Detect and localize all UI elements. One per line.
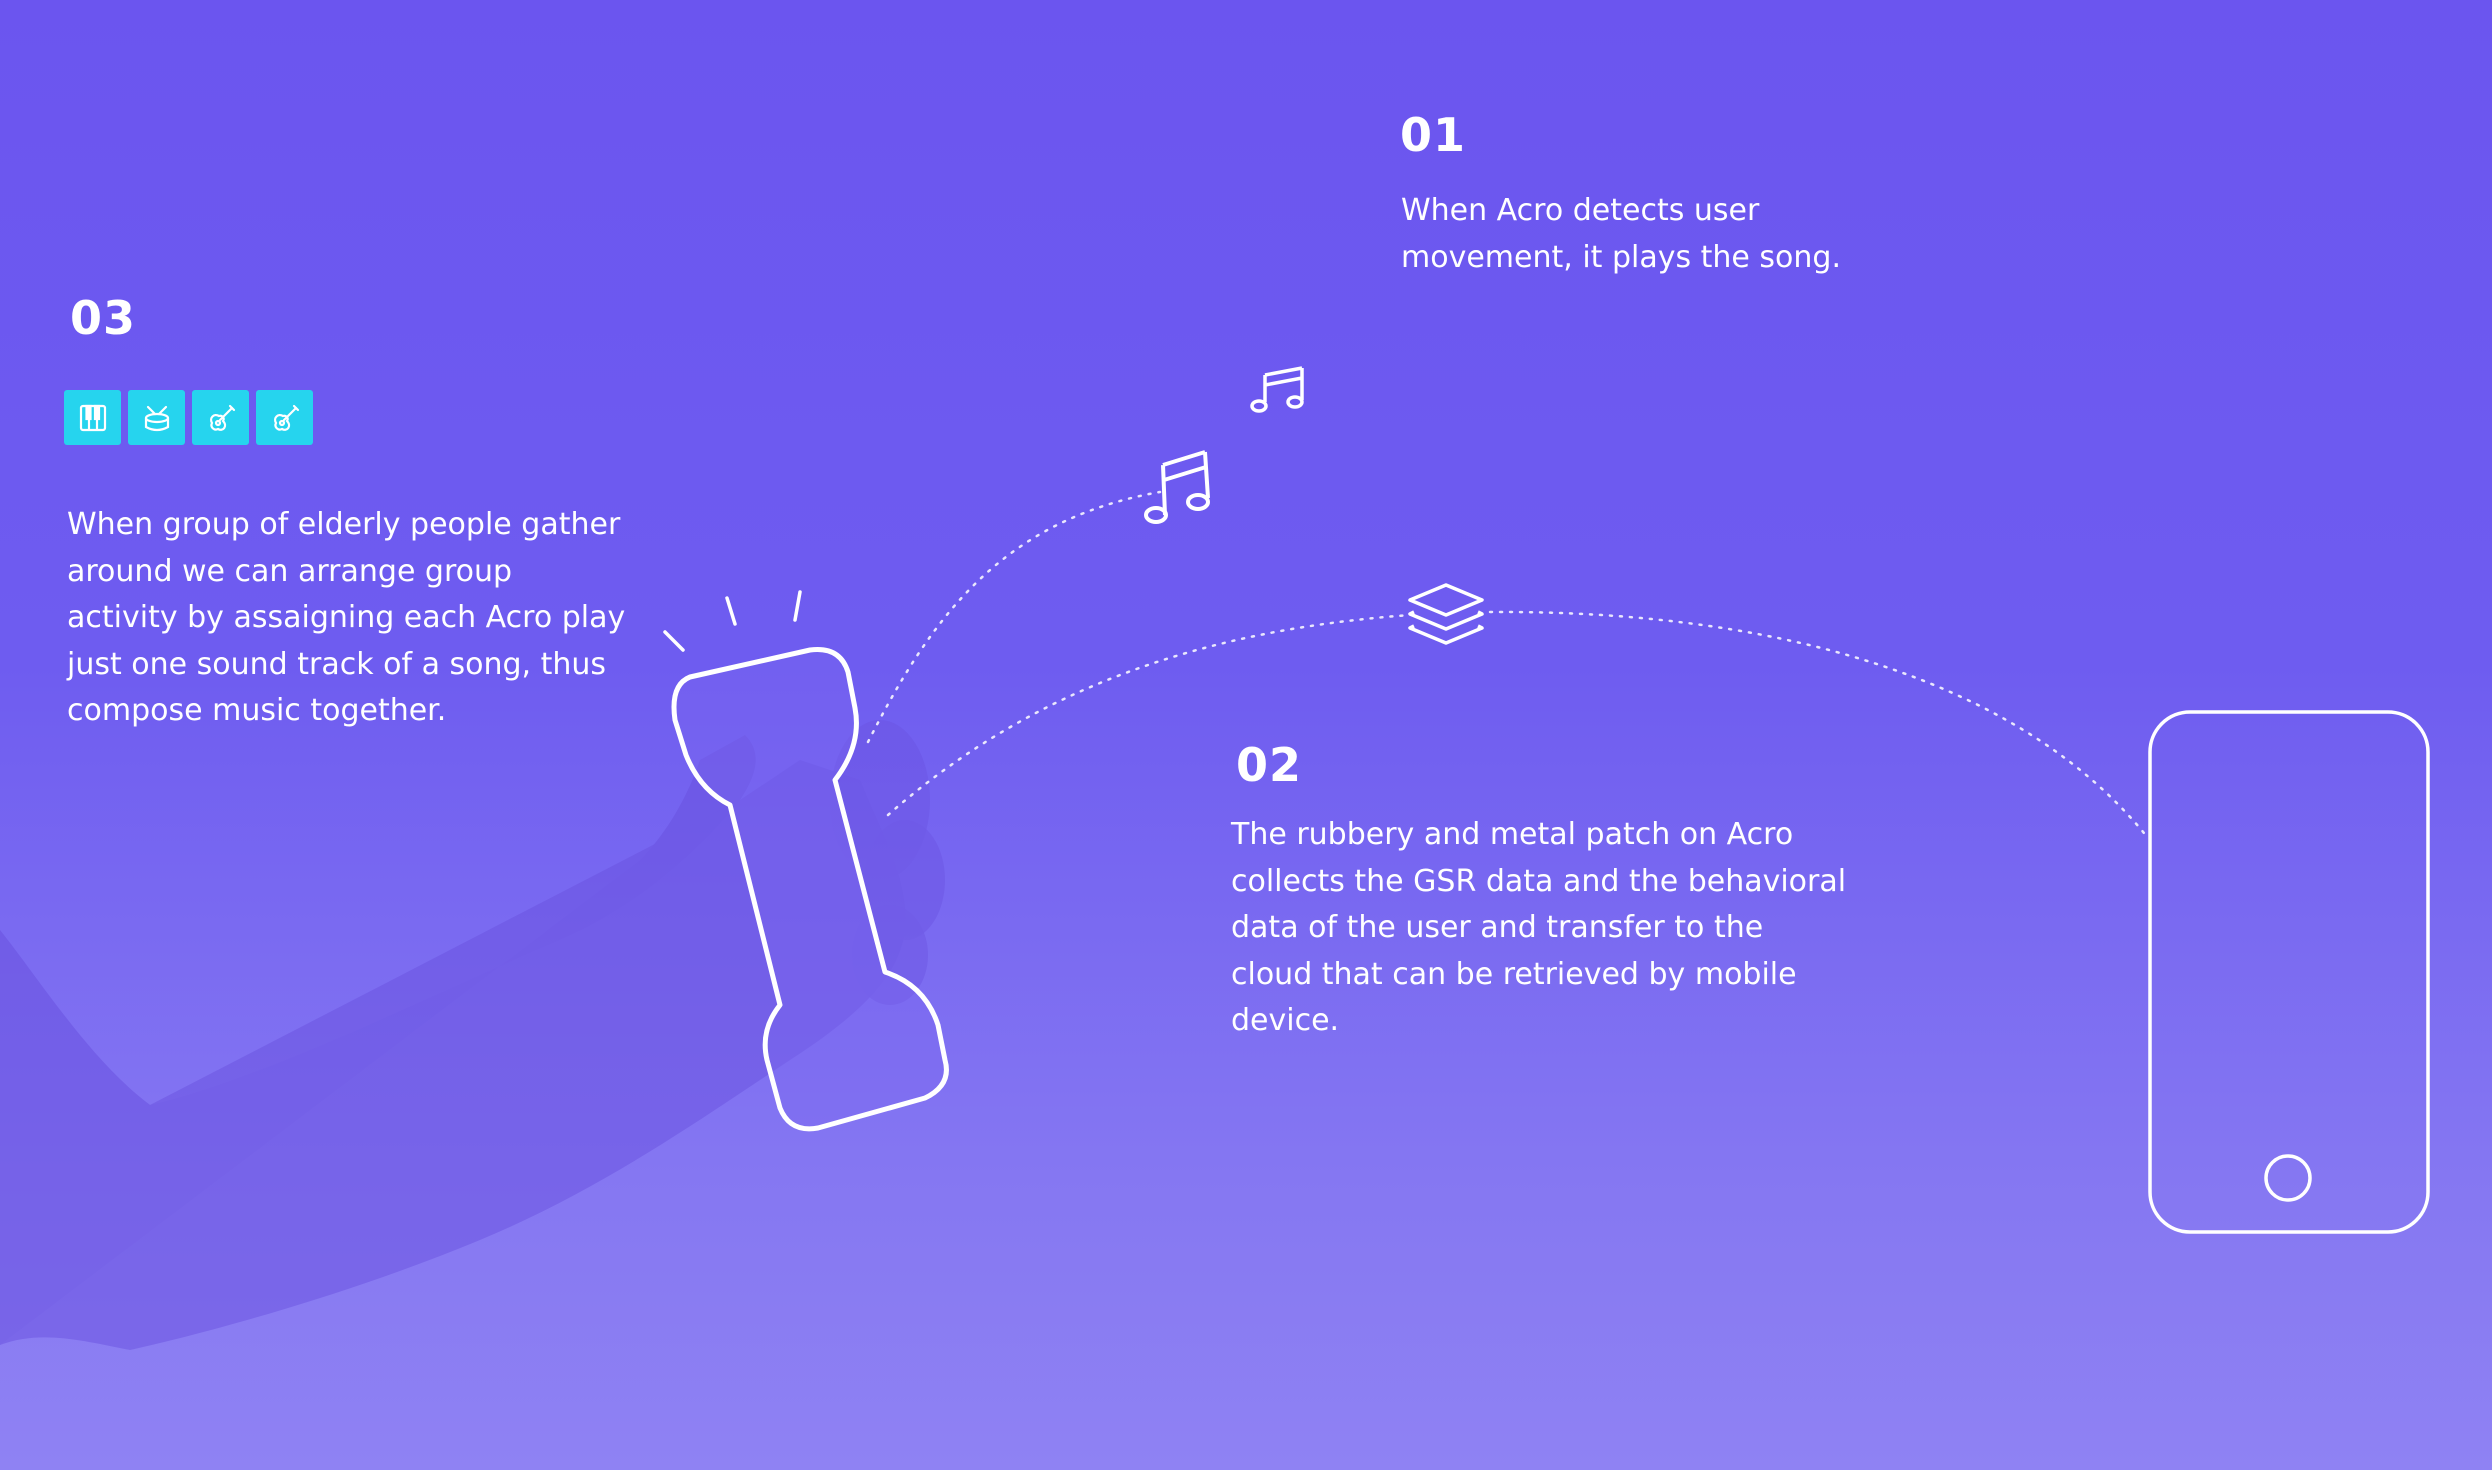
step-03-description: When group of elderly people gather arou… xyxy=(67,507,626,728)
step-02-number: 02 xyxy=(1236,738,1303,792)
layers-icon xyxy=(1408,583,1484,645)
signal-arc-to-music xyxy=(866,490,1162,744)
smartphone-icon xyxy=(2148,710,2430,1234)
music-note-icon xyxy=(1250,366,1304,413)
step-01-number: 01 xyxy=(1400,108,1467,162)
motion-lines-icon xyxy=(663,590,802,652)
step-02-description: The rubbery and metal patch on Acro coll… xyxy=(1231,817,1847,1038)
illustration xyxy=(0,366,2430,1350)
guitar-icon xyxy=(209,404,235,431)
instrument-tile-piano xyxy=(64,390,121,445)
music-note-icon xyxy=(1144,450,1210,524)
piano-icon xyxy=(79,404,106,431)
guitar-icon xyxy=(273,404,299,431)
instrument-tile-guitar xyxy=(192,390,249,445)
instrument-tile-drum xyxy=(128,390,185,445)
signal-arc-to-cloud xyxy=(886,613,1412,817)
drum-icon xyxy=(144,405,169,431)
step-01-description: When Acro detects user movement, it play… xyxy=(1401,193,1841,275)
signal-arc-to-phone xyxy=(1488,610,2150,840)
instrument-tile-guitar xyxy=(256,390,313,445)
step-03-number: 03 xyxy=(70,291,137,345)
instrument-tiles xyxy=(64,390,313,445)
